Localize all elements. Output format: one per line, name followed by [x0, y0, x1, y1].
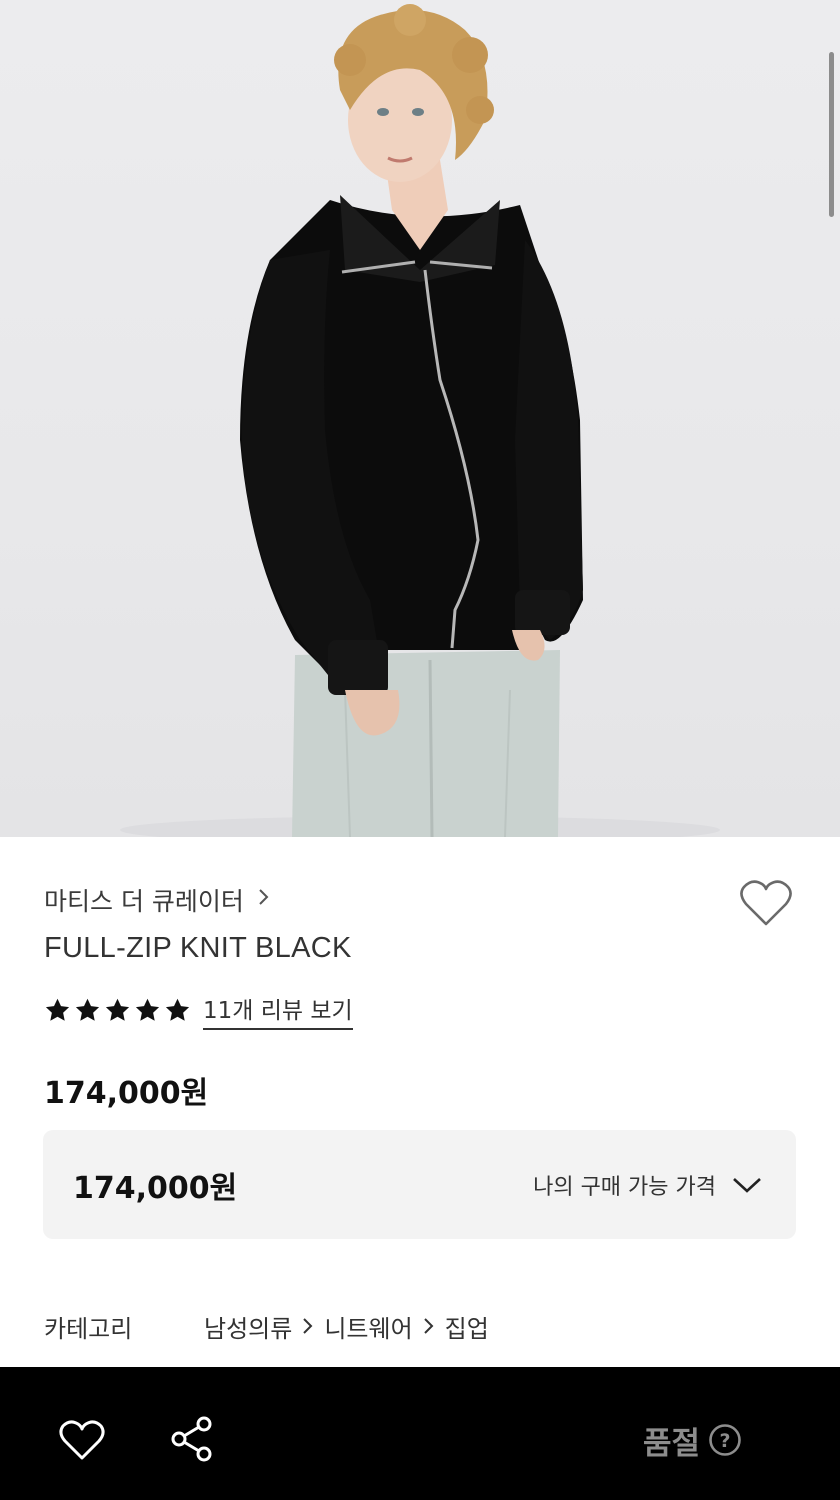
sold-out-label: 품절 — [643, 1425, 701, 1462]
share-button[interactable] — [170, 1416, 214, 1462]
rating-row: 11개 리뷰 보기 — [44, 991, 353, 1030]
scroll-indicator[interactable] — [829, 52, 834, 217]
brand-name: 마티스 더 큐레이터 — [44, 887, 244, 916]
star-icon — [105, 998, 130, 1021]
bottom-wishlist-button[interactable] — [58, 1419, 106, 1461]
wishlist-button[interactable] — [738, 878, 796, 932]
review-link[interactable]: 11개 리뷰 보기 — [203, 991, 353, 1030]
heart-outline-icon — [740, 880, 792, 926]
bottom-action-bar: 품절 ? — [0, 1367, 840, 1500]
chevron-right-icon — [258, 887, 270, 913]
svg-text:?: ? — [720, 1430, 731, 1452]
brand-link[interactable]: 마티스 더 큐레이터 — [44, 880, 270, 920]
product-photo[interactable] — [0, 0, 840, 837]
share-icon — [171, 1416, 212, 1462]
chevron-right-icon — [423, 1318, 434, 1334]
purchase-price-label: 나의 구매 가능 가격 — [533, 1174, 716, 1200]
star-icon — [135, 998, 160, 1021]
product-price: 174,000원 — [44, 1076, 209, 1111]
category-crumb-0[interactable]: 남성의류 — [204, 1309, 292, 1344]
star-rating — [44, 997, 191, 1024]
model-illustration — [120, 4, 720, 837]
chevron-down-icon — [733, 1177, 761, 1193]
product-name: FULL-ZIP KNIT BLACK — [44, 932, 352, 964]
sold-out-status[interactable]: 품절 ? — [643, 1417, 742, 1463]
category-crumb-1[interactable]: 니트웨어 — [324, 1309, 412, 1344]
category-breadcrumb: 남성의류 니트웨어 집업 — [204, 1309, 489, 1344]
heart-outline-icon — [59, 1420, 105, 1460]
purchase-price-value: 174,000원 — [73, 1170, 238, 1206]
purchase-price-dropdown[interactable]: 174,000원 나의 구매 가능 가격 — [43, 1130, 796, 1239]
chevron-right-icon — [303, 1318, 313, 1334]
star-icon — [165, 998, 190, 1021]
help-icon[interactable]: ? — [708, 1423, 742, 1457]
star-icon — [75, 998, 100, 1021]
category-crumb-2[interactable]: 집업 — [445, 1309, 489, 1344]
category-row: 카테고리 남성의류 니트웨어 집업 — [44, 1306, 489, 1346]
star-icon — [45, 998, 70, 1021]
category-label: 카테고리 — [44, 1314, 133, 1343]
